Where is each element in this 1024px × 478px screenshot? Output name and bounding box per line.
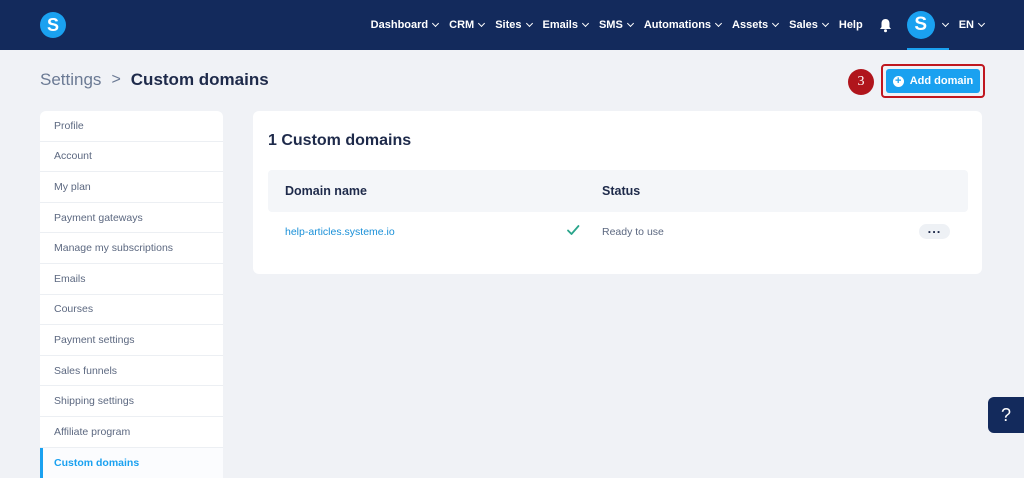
nav-label: Sites <box>495 19 522 31</box>
breadcrumb-settings[interactable]: Settings <box>40 70 101 90</box>
sidebar-item-emails[interactable]: Emails <box>40 264 223 295</box>
language-label: EN <box>958 19 974 31</box>
status-text: Ready to use <box>602 226 664 238</box>
sidebar-item-courses[interactable]: Courses <box>40 295 223 326</box>
chevron-down-icon <box>626 19 634 28</box>
add-domain-button[interactable]: + Add domain <box>886 69 980 93</box>
more-actions-button[interactable]: ... <box>919 222 950 239</box>
nav-sales[interactable]: Sales <box>789 19 829 31</box>
nav-label: Dashboard <box>370 19 429 31</box>
nav-assets[interactable]: Assets <box>732 19 780 31</box>
column-header-domain: Domain name <box>285 184 367 198</box>
domain-link[interactable]: help-articles.systeme.io <box>285 226 395 238</box>
chevron-down-icon <box>581 19 590 28</box>
chevron-down-icon <box>977 19 986 28</box>
section-title: 1 Custom domains <box>268 132 412 149</box>
table-header: Domain name Status <box>268 170 968 212</box>
sidebar-item-payment-gateways[interactable]: Payment gateways <box>40 203 223 234</box>
sidebar-item-sales-funnels[interactable]: Sales funnels <box>40 356 223 387</box>
nav-label: CRM <box>449 19 475 31</box>
nav-label: Emails <box>542 19 578 31</box>
bell-icon[interactable] <box>879 17 893 33</box>
top-navbar: S Dashboard CRM Sites Emails SMS Automat… <box>0 0 1024 50</box>
nav-label: Assets <box>732 19 769 31</box>
main-nav: Dashboard CRM Sites Emails SMS Automatio… <box>360 0 986 50</box>
sidebar-item-my-plan[interactable]: My plan <box>40 172 223 203</box>
active-indicator <box>906 48 949 50</box>
nav-label: Automations <box>643 19 712 31</box>
chevron-down-icon <box>941 19 949 28</box>
chevron-down-icon <box>525 19 533 28</box>
settings-sidebar: Profile Account My plan Payment gateways… <box>40 111 223 478</box>
nav-label: Sales <box>789 19 818 31</box>
page-title: Custom domains <box>130 70 269 89</box>
nav-help[interactable]: Help <box>839 19 863 31</box>
column-header-status: Status <box>602 184 641 198</box>
logo[interactable]: S <box>40 12 66 38</box>
nav-dashboard[interactable]: Dashboard <box>370 19 440 31</box>
sidebar-item-account[interactable]: Account <box>40 142 223 173</box>
add-domain-label: Add domain <box>909 75 974 87</box>
avatar[interactable]: S <box>906 11 935 39</box>
sidebar-item-manage-subscriptions[interactable]: Manage my subscriptions <box>40 233 223 264</box>
nav-sms[interactable]: SMS <box>598 19 634 31</box>
check-icon <box>566 223 580 237</box>
sidebar-item-custom-domains[interactable]: Custom domains <box>40 447 223 478</box>
chevron-down-icon <box>478 19 486 28</box>
chevron-down-icon <box>821 19 829 28</box>
step-number-badge: 3 <box>848 69 874 95</box>
sidebar-item-affiliate-program[interactable]: Affiliate program <box>40 417 223 448</box>
highlight-frame: + Add domain <box>881 64 985 98</box>
nav-automations[interactable]: Automations <box>643 19 723 31</box>
breadcrumb: Settings > Custom domains <box>40 70 269 90</box>
chevron-down-icon <box>715 19 723 28</box>
nav-label: SMS <box>598 19 623 31</box>
language-selector[interactable]: EN <box>958 19 986 31</box>
sidebar-item-profile[interactable]: Profile <box>40 111 223 142</box>
chevron-down-icon <box>432 19 440 28</box>
breadcrumb-separator-icon: > <box>111 71 121 88</box>
custom-domains-card: 1 Custom domains Domain name Status help… <box>253 111 982 274</box>
nav-emails[interactable]: Emails <box>542 19 590 31</box>
nav-sites[interactable]: Sites <box>495 19 533 31</box>
sidebar-item-payment-settings[interactable]: Payment settings <box>40 325 223 356</box>
chevron-down-icon <box>772 19 780 28</box>
plus-circle-icon: + <box>892 75 904 87</box>
sidebar-item-shipping-settings[interactable]: Shipping settings <box>40 386 223 417</box>
user-menu[interactable]: S <box>906 0 949 50</box>
help-button[interactable]: ? <box>988 397 1024 433</box>
table-row: help-articles.systeme.io Ready to use ..… <box>268 212 968 252</box>
nav-crm[interactable]: CRM <box>449 19 486 31</box>
nav-label: Help <box>838 19 863 31</box>
